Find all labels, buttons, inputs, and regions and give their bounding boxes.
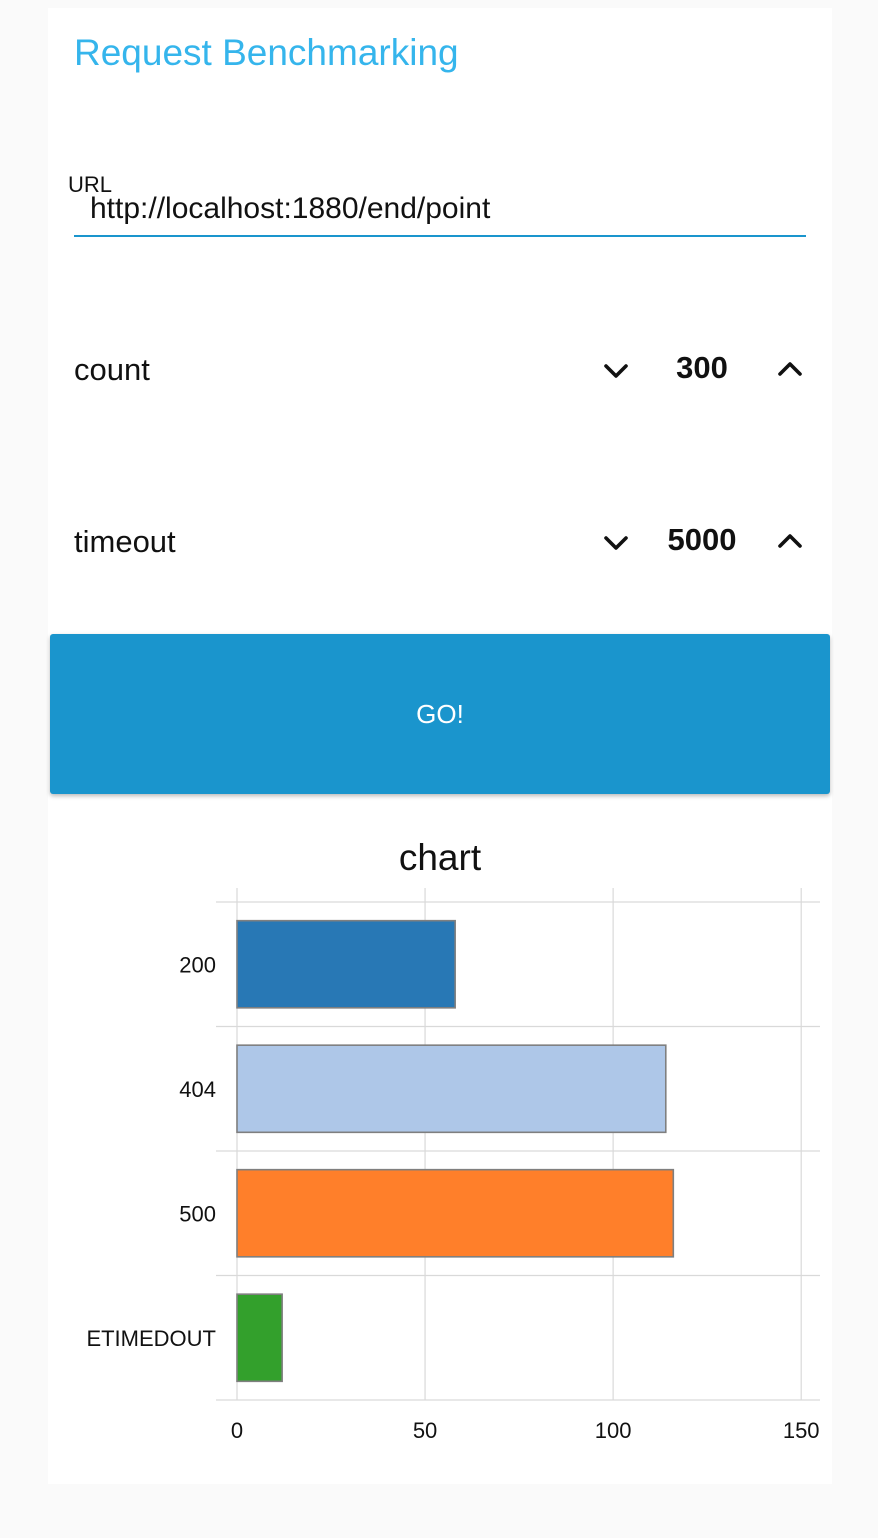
y-tick-label: ETIMEDOUT	[86, 1326, 216, 1351]
chart-title: chart	[399, 837, 482, 878]
go-button[interactable]: GO!	[50, 634, 830, 794]
count-label: count	[74, 352, 150, 387]
count-decrement-button[interactable]	[596, 352, 636, 388]
timeout-label: timeout	[74, 524, 176, 559]
x-tick-label: 100	[595, 1418, 632, 1443]
y-tick-label: 404	[179, 1077, 216, 1102]
x-tick-label: 0	[231, 1418, 243, 1443]
page-title: Request Benchmarking	[74, 32, 459, 73]
count-stepper: count 300	[74, 340, 814, 400]
timeout-increment-button[interactable]	[770, 524, 810, 560]
count-value: 300	[676, 350, 728, 385]
bar-500	[236, 1168, 675, 1258]
chevron-up-icon	[778, 362, 802, 376]
url-field-underline	[74, 235, 806, 237]
url-input[interactable]: http://localhost:1880/end/point	[90, 192, 490, 226]
bar-chart: chart 0 50 100 150 200 404 500 ETIMEDOUT	[86, 837, 820, 1443]
url-field[interactable]: URL http://localhost:1880/end/point	[68, 168, 806, 238]
x-tick-label: 150	[783, 1418, 820, 1443]
timeout-decrement-button[interactable]	[596, 524, 636, 560]
count-increment-button[interactable]	[770, 352, 810, 388]
bar-404	[236, 1044, 667, 1134]
bar-200	[236, 919, 456, 1009]
chart-container: chart 0 50 100 150 200 404 500 ETIMEDOUT	[48, 820, 832, 1460]
x-tick-label: 50	[413, 1418, 437, 1443]
chevron-up-icon	[778, 534, 802, 548]
y-tick-label: 500	[179, 1201, 216, 1226]
benchmark-card: Request Benchmarking URL http://localhos…	[48, 8, 832, 1484]
timeout-value: 5000	[667, 522, 737, 557]
chevron-down-icon	[604, 536, 628, 550]
chevron-down-icon	[604, 364, 628, 378]
timeout-stepper: timeout 5000	[74, 512, 814, 572]
bar-etimedout	[236, 1293, 283, 1383]
y-tick-label: 200	[179, 952, 216, 977]
